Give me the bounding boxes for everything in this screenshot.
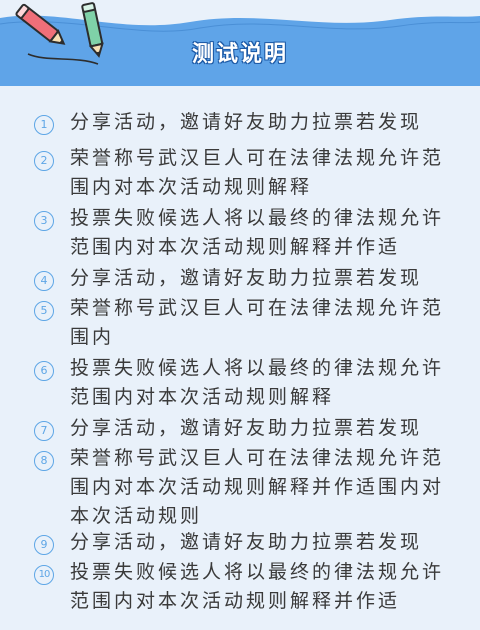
item-text: 荣誉称号武汉巨人可在法律法规允许范围内对本次活动规则解释 bbox=[70, 147, 445, 198]
page-title: 测试说明 bbox=[191, 42, 288, 67]
item-number-badge: 7 bbox=[34, 421, 54, 441]
item-number-badge: 3 bbox=[34, 211, 54, 231]
item-text: 荣誉称号武汉巨人可在法律法规允许范围内 bbox=[70, 297, 445, 348]
item-text: 分享活动，邀请好友助力拉票若发现 bbox=[70, 417, 423, 439]
item-text: 分享活动，邀请好友助力拉票若发现 bbox=[70, 531, 423, 553]
item-number-badge: 4 bbox=[34, 271, 54, 291]
item-number-badge: 5 bbox=[34, 301, 54, 321]
item-text: 分享活动，邀请好友助力拉票若发现 bbox=[70, 267, 423, 289]
item-number-badge: 8 bbox=[34, 451, 54, 471]
item-number-badge: 2 bbox=[34, 151, 54, 171]
item-number-badge: 1 bbox=[34, 115, 54, 135]
item-number-badge: 9 bbox=[34, 535, 54, 555]
instructions-page: 测试说明 1 分享活动，邀请好友助力拉票若发现 2 荣誉称号武汉巨人可在法律法规… bbox=[0, 0, 480, 630]
item-text: 投票失败候选人将以最终的律法规允许范围内对本次活动规则解释 bbox=[70, 357, 445, 408]
item-text: 荣誉称号武汉巨人可在法律法规允许范围内对本次活动规则解释并作适围内对本次活动规则 bbox=[70, 447, 445, 527]
item-text: 投票失败候选人将以最终的律法规允许范围内对本次活动规则解释并作适 bbox=[70, 207, 445, 258]
item-text: 分享活动，邀请好友助力拉票若发现 bbox=[70, 111, 423, 133]
item-number-badge: 10 bbox=[34, 565, 54, 585]
item-number-badge: 6 bbox=[34, 361, 54, 381]
header-banner: 测试说明 bbox=[0, 0, 480, 86]
item-text: 投票失败候选人将以最终的律法规允许范围内对本次活动规则解释并作适 bbox=[70, 561, 445, 612]
